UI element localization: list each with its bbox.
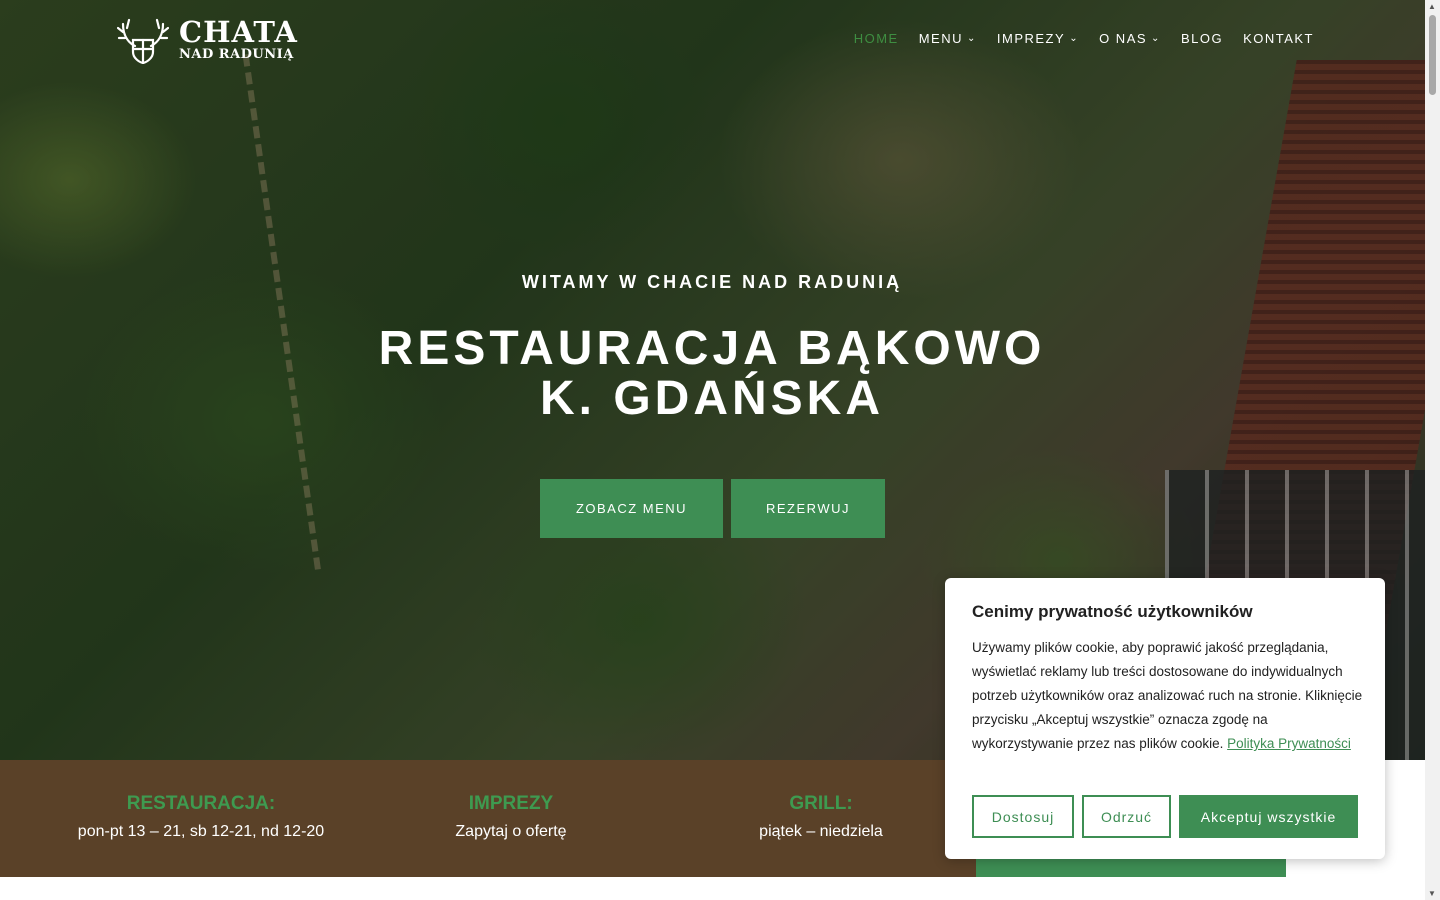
hero-headline: RESTAURACJA BĄKOWO K. GDAŃSKA bbox=[312, 324, 1112, 424]
hero-headline-line1: RESTAURACJA BĄKOWO bbox=[378, 322, 1046, 375]
hero-eyebrow: WITAMY W CHACIE NAD RADUNIĄ bbox=[521, 272, 903, 292]
logo-line2: NAD RADUNIĄ bbox=[179, 47, 294, 62]
nav-item-label: HOME bbox=[853, 31, 899, 46]
deer-antlers-shield-icon bbox=[117, 18, 169, 64]
hero-headline-line2: K. GDAŃSKA bbox=[539, 372, 884, 425]
main-navigation: HOME MENU ⌄ IMPREZY ⌄ O NAS ⌄ BLOG KONTAKT bbox=[844, 31, 1324, 46]
customize-button[interactable]: Dostosuj bbox=[972, 795, 1074, 838]
nav-item-label: KONTAKT bbox=[1243, 31, 1314, 46]
reject-button[interactable]: Odrzuć bbox=[1082, 795, 1171, 838]
site-logo[interactable]: CHATA NAD RADUNIĄ bbox=[117, 16, 298, 64]
logo-line1: CHATA bbox=[179, 15, 298, 49]
nav-item-o-nas[interactable]: O NAS ⌄ bbox=[1089, 31, 1171, 46]
info-title: RESTAURACJA: bbox=[126, 793, 276, 814]
nav-item-home[interactable]: HOME bbox=[844, 31, 909, 46]
scrollbar-thumb[interactable] bbox=[1429, 15, 1436, 95]
nav-item-label: IMPREZY bbox=[996, 31, 1066, 46]
nav-item-label: MENU bbox=[918, 31, 963, 46]
info-value: pon-pt 13 – 21, sb 12-21, nd 12-20 bbox=[77, 823, 325, 840]
nav-item-kontakt[interactable]: KONTAKT bbox=[1233, 31, 1324, 46]
cookie-body: Używamy plików cookie, aby poprawić jako… bbox=[972, 636, 1367, 756]
scroll-up-icon[interactable]: ▲ bbox=[1428, 2, 1436, 11]
chevron-down-icon: ⌄ bbox=[1151, 33, 1161, 44]
info-value: piątek – niedziela bbox=[759, 823, 883, 840]
accept-all-button[interactable]: Akceptuj wszystkie bbox=[1179, 795, 1358, 838]
see-menu-button[interactable]: ZOBACZ MENU bbox=[540, 479, 723, 538]
info-grill: GRILL: piątek – niedziela bbox=[671, 793, 971, 841]
page-scrollbar[interactable]: ▲ ▼ bbox=[1425, 0, 1440, 900]
info-title: IMPREZY bbox=[468, 793, 554, 814]
book-button[interactable]: REZERWUJ bbox=[731, 479, 885, 538]
scroll-down-icon[interactable]: ▼ bbox=[1428, 889, 1436, 898]
chevron-down-icon: ⌄ bbox=[967, 33, 977, 44]
chevron-down-icon: ⌄ bbox=[1069, 33, 1080, 44]
info-title: GRILL: bbox=[789, 793, 853, 814]
cookie-consent-dialog: Cenimy prywatność użytkowników Używamy p… bbox=[945, 578, 1385, 859]
info-restaurant: RESTAURACJA: pon-pt 13 – 21, sb 12-21, n… bbox=[51, 793, 351, 841]
nav-item-blog[interactable]: BLOG bbox=[1171, 31, 1233, 46]
info-events: IMPREZY Zapytaj o ofertę bbox=[361, 793, 661, 841]
nav-item-menu[interactable]: MENU ⌄ bbox=[909, 31, 987, 46]
nav-item-label: BLOG bbox=[1180, 31, 1224, 46]
nav-item-imprezy[interactable]: IMPREZY ⌄ bbox=[987, 31, 1089, 46]
nav-item-label: O NAS bbox=[1099, 31, 1148, 46]
cookie-title: Cenimy prywatność użytkowników bbox=[972, 602, 1253, 621]
cookie-body-text: Używamy plików cookie, aby poprawić jako… bbox=[972, 640, 1363, 751]
privacy-policy-link[interactable]: Polityka Prywatności bbox=[1227, 736, 1351, 751]
info-value: Zapytaj o ofertę bbox=[455, 823, 567, 840]
logo-text: CHATA NAD RADUNIĄ bbox=[179, 17, 298, 63]
